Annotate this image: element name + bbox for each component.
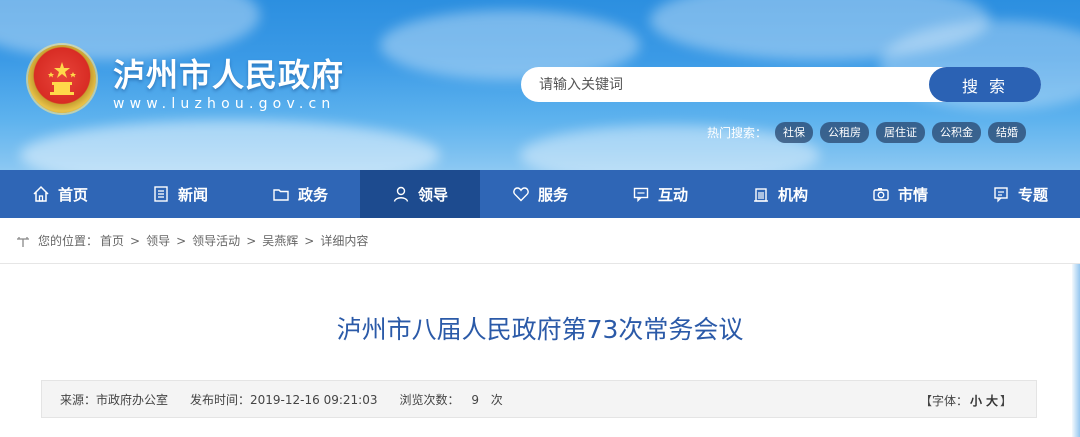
search-button[interactable]: 搜 索 <box>929 67 1041 102</box>
location-pin-icon <box>16 234 30 248</box>
hot-search: 热门搜索： 社保 公租房 居住证 公积金 结婚 <box>707 121 1033 143</box>
nav-item-services[interactable]: 服务 <box>480 170 600 218</box>
nav-item-leaders[interactable]: 领导 <box>360 170 480 218</box>
page-side-decoration <box>1072 264 1080 437</box>
nav-item-government-affairs[interactable]: 政务 <box>240 170 360 218</box>
search-box: 搜 索 <box>521 67 1041 102</box>
nav-item-home[interactable]: 首页 <box>0 170 120 218</box>
views-label: 浏览次数： <box>399 392 460 407</box>
hot-search-label: 热门搜索： <box>707 125 768 140</box>
article-title: 泸州市八届人民政府第73次常务会议 <box>336 315 744 344</box>
breadcrumb-leader-activities[interactable]: 领导活动 <box>192 232 240 249</box>
folder-icon <box>272 185 290 203</box>
article-views: 浏览次数： 9 次 <box>399 391 502 408</box>
nav-item-label: 专题 <box>1017 185 1048 204</box>
breadcrumb-home[interactable]: 首页 <box>100 232 124 249</box>
nav-item-label: 领导 <box>417 185 448 204</box>
news-icon <box>152 185 170 203</box>
nav-item-label: 机构 <box>777 185 808 204</box>
site-header: 泸州市人民政府 www.luzhou.gov.cn 搜 索 热门搜索： 社保 公… <box>0 0 1080 170</box>
nav-item-label: 政务 <box>297 185 328 204</box>
hot-tag-residence-permit[interactable]: 居住证 <box>876 121 926 143</box>
nav-item-label: 首页 <box>57 185 88 204</box>
views-count: 9 <box>471 392 479 407</box>
breadcrumb-separator: > <box>176 233 187 248</box>
font-label: 【字体： <box>919 393 968 408</box>
nav-item-institutions[interactable]: 机构 <box>720 170 840 218</box>
search-input[interactable] <box>539 67 939 102</box>
breadcrumb-separator: > <box>304 233 315 248</box>
nav-item-label: 服务 <box>537 185 568 204</box>
breadcrumb-leader-name[interactable]: 吴燕辉 <box>262 232 298 249</box>
breadcrumb-current: 详细内容 <box>320 234 369 248</box>
font-small-button[interactable]: 小 <box>970 392 982 409</box>
font-label-close: 】 <box>999 393 1012 408</box>
nav-item-label: 互动 <box>657 185 688 204</box>
article-meta-bar: 来源：市政府办公室 发布时间：2019-12-16 09:21:03 浏览次数：… <box>41 380 1037 418</box>
nav-item-news[interactable]: 新闻 <box>120 170 240 218</box>
camera-icon <box>872 185 890 203</box>
hot-tag-housing-fund[interactable]: 公积金 <box>932 121 982 143</box>
nav-item-interaction[interactable]: 互动 <box>600 170 720 218</box>
site-domain: www.luzhou.gov.cn <box>113 96 336 112</box>
breadcrumb-prefix: 您的位置： <box>38 234 99 248</box>
nav-item-label: 市情 <box>897 185 928 204</box>
nav-item-city-profile[interactable]: 市情 <box>840 170 960 218</box>
hot-tag-social-security[interactable]: 社保 <box>775 121 814 143</box>
heart-icon <box>512 185 530 203</box>
breadcrumb-separator: > <box>130 233 141 248</box>
hot-tag-marriage[interactable]: 结婚 <box>988 121 1027 143</box>
national-emblem-icon[interactable] <box>28 45 96 113</box>
site-title[interactable]: 泸州市人民政府 <box>113 50 344 96</box>
main-nav: 首页 新闻 政务 领导 服务 互动 机构 市情 专题 <box>0 170 1080 218</box>
topic-icon <box>992 185 1010 203</box>
breadcrumb-leaders[interactable]: 领导 <box>146 232 170 249</box>
user-icon <box>392 185 410 203</box>
building-icon <box>752 185 770 203</box>
home-icon <box>32 185 50 203</box>
nav-item-label: 新闻 <box>177 185 208 204</box>
article-area: 泸州市八届人民政府第73次常务会议 来源：市政府办公室 发布时间：2019-12… <box>0 264 1080 437</box>
hot-tag-public-housing[interactable]: 公租房 <box>820 121 870 143</box>
nav-item-topics[interactable]: 专题 <box>960 170 1080 218</box>
article-publish-time: 发布时间：2019-12-16 09:21:03 <box>190 392 378 407</box>
breadcrumb-separator: > <box>246 233 257 248</box>
font-size-control: 【字体： 小 大 】 <box>920 381 1012 419</box>
chat-icon <box>632 185 650 203</box>
views-unit: 次 <box>490 392 503 407</box>
font-large-button[interactable]: 大 <box>986 392 998 409</box>
article-source: 来源：市政府办公室 <box>60 392 169 407</box>
breadcrumb: 您的位置： 首页 > 领导 > 领导活动 > 吴燕辉 > 详细内容 <box>0 218 1080 264</box>
